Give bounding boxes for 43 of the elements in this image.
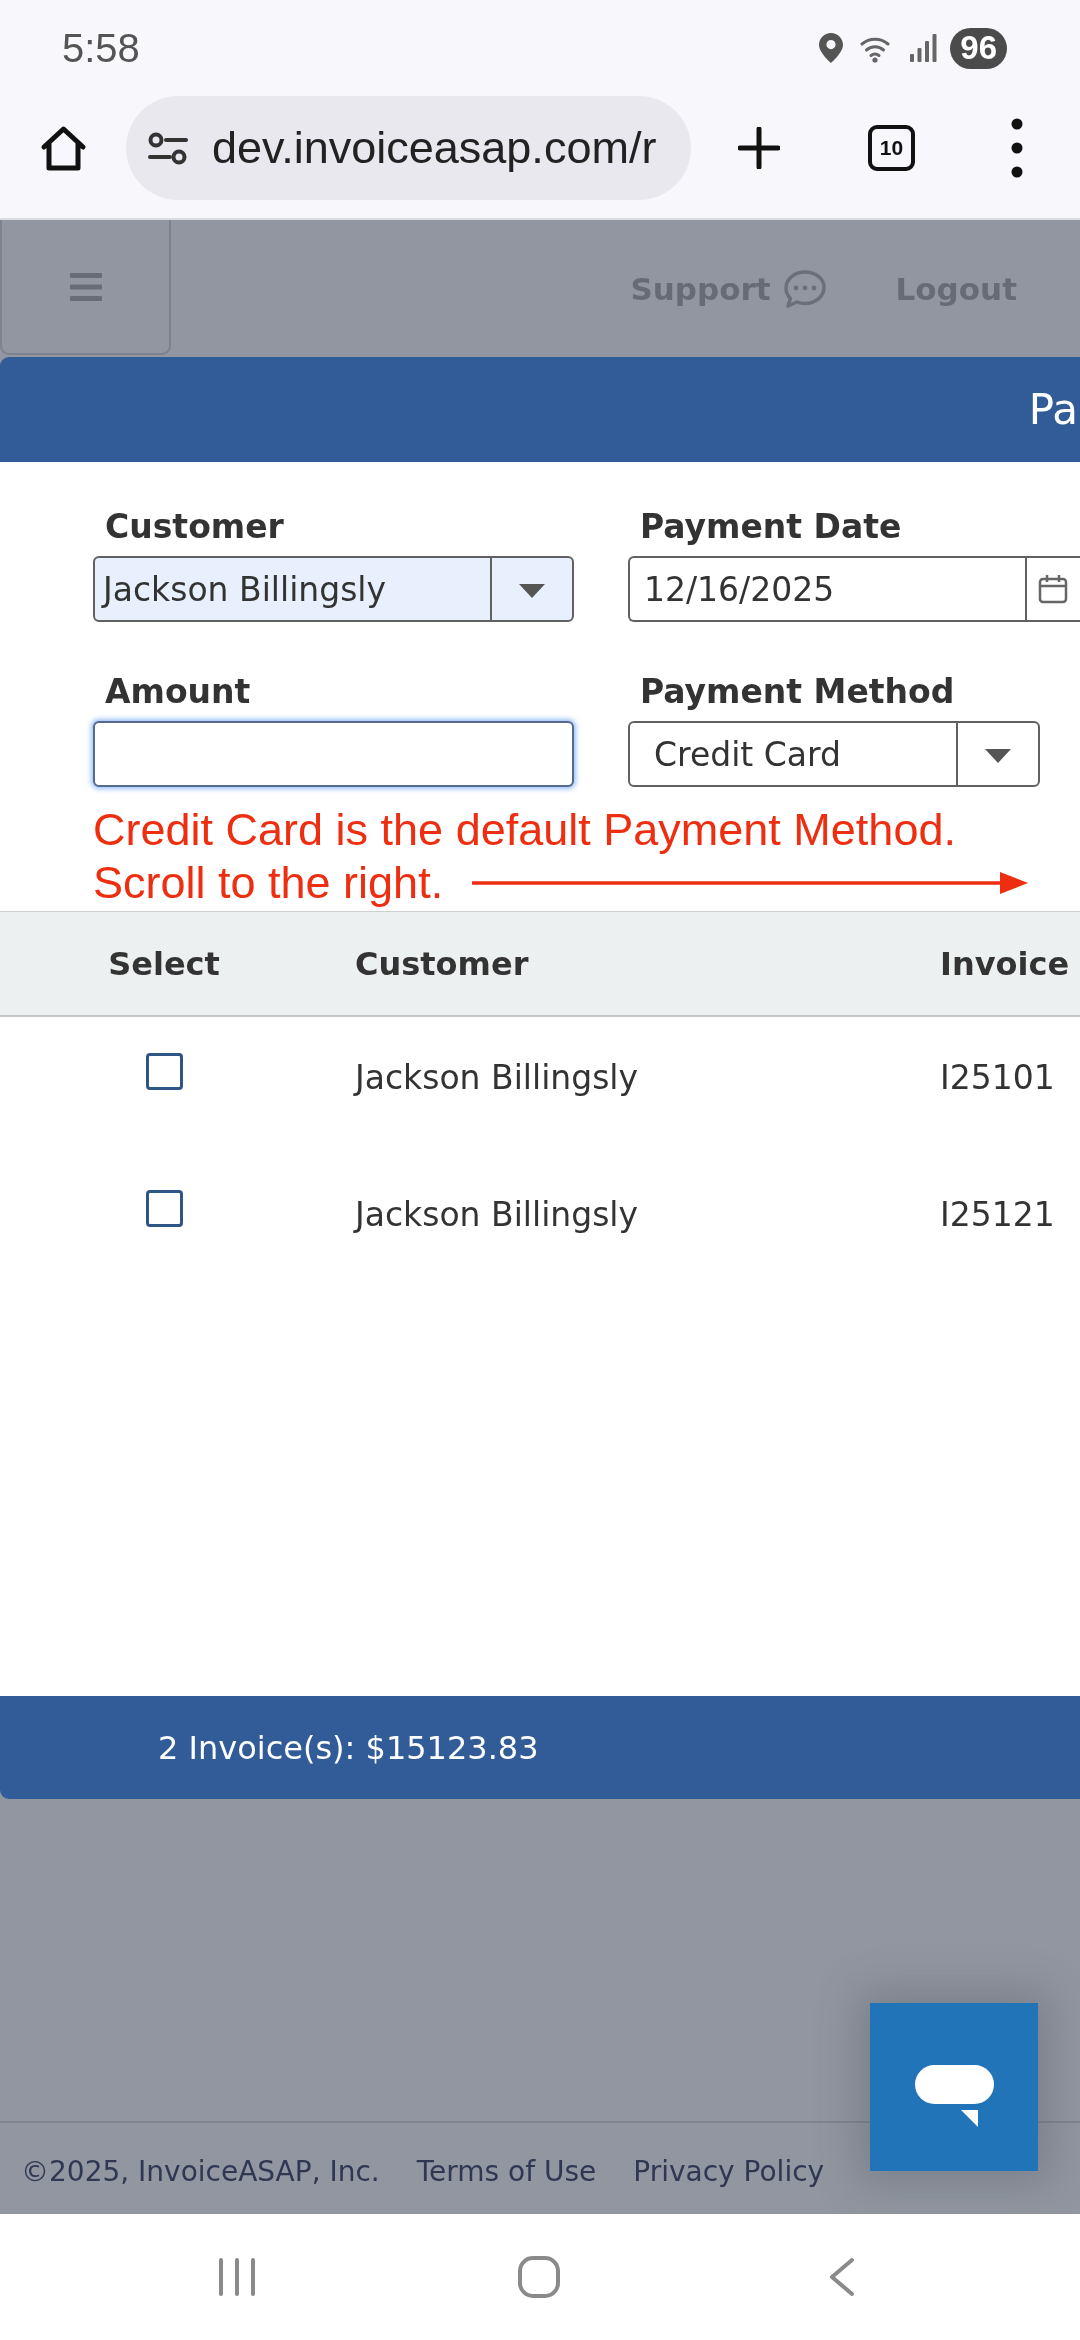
- checkbox[interactable]: [145, 1190, 183, 1227]
- recents-icon[interactable]: [218, 2257, 256, 2297]
- field-label: Customer: [105, 507, 284, 547]
- menu-icon: [69, 272, 102, 301]
- table-cell: I25101: [940, 1058, 1055, 1098]
- summary-text: 2 Invoice(s): $15123.83: [158, 1728, 539, 1767]
- dropdown-field[interactable]: Jackson Billingsly: [93, 556, 574, 622]
- input-field[interactable]: [93, 721, 574, 787]
- chat-icon: [782, 268, 827, 309]
- field-label: Payment Date: [640, 507, 902, 547]
- column-header: Customer: [355, 944, 529, 983]
- home-icon[interactable]: [40, 124, 87, 172]
- copyright-text: ©2025, InvoiceASAP, Inc.: [21, 2155, 380, 2188]
- dialog-title: Pa: [1028, 385, 1078, 434]
- column-header: Select: [108, 944, 220, 983]
- plus-icon[interactable]: [738, 127, 780, 169]
- location-pin-icon: [819, 33, 844, 63]
- site-settings-icon[interactable]: [148, 131, 188, 165]
- chat-bubble-icon: [914, 2065, 994, 2127]
- checkbox[interactable]: [145, 1053, 183, 1090]
- date-field[interactable]: 12/16/2025: [628, 556, 1080, 622]
- address-bar[interactable]: dev.invoiceasap.com/r: [126, 96, 691, 200]
- back-icon[interactable]: [828, 2257, 855, 2297]
- chat-button[interactable]: [870, 2003, 1038, 2171]
- footer-link[interactable]: Terms of Use: [416, 2155, 597, 2188]
- battery-badge: 96: [950, 27, 1007, 69]
- tab-switcher-button[interactable]: 10: [868, 125, 915, 171]
- table-cell: I25121: [940, 1195, 1055, 1235]
- field-label: Amount: [105, 672, 251, 712]
- caret-icon[interactable]: [985, 749, 1011, 763]
- table-cell: Jackson Billingsly: [355, 1058, 639, 1098]
- clock-time: 5:58: [62, 28, 140, 68]
- column-header: Invoice: [940, 944, 1070, 983]
- more-menu-icon[interactable]: [1011, 118, 1023, 178]
- footer-link[interactable]: Privacy Policy: [633, 2155, 825, 2188]
- caret-icon[interactable]: [519, 584, 545, 598]
- annotation-text: Credit Card is the default Payment Method.: [93, 803, 956, 856]
- annotation-text: Scroll to the right.: [93, 856, 444, 909]
- field-label: Payment Method: [640, 672, 955, 712]
- signal-icon: [910, 34, 938, 62]
- table-cell: Jackson Billingsly: [355, 1195, 639, 1235]
- calendar-icon[interactable]: [1038, 574, 1068, 604]
- dropdown-field[interactable]: Credit Card: [628, 721, 1040, 787]
